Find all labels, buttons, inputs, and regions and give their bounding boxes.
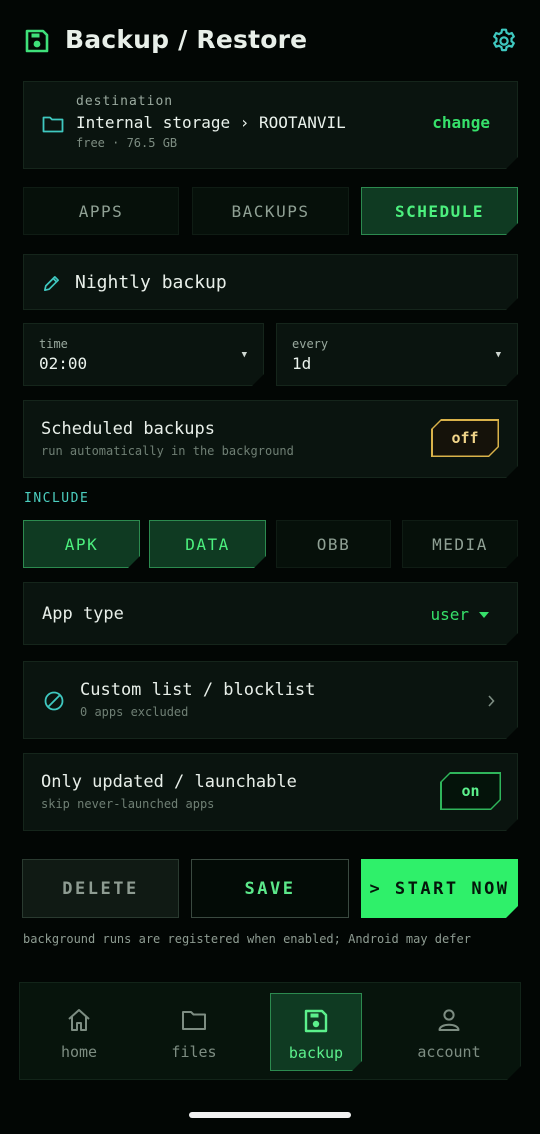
include-obb-chip[interactable]: OBB [276, 520, 391, 568]
nav-files-label: files [171, 1043, 217, 1061]
only-updated-toggle[interactable]: on [440, 772, 501, 810]
time-select[interactable]: time 02:00 ▼ [23, 323, 264, 386]
chevron-right-icon [487, 695, 495, 707]
scheduled-backups-subtitle: run automatically in the background [41, 444, 294, 458]
caret-down-icon [478, 611, 490, 619]
floppy-disk-icon [302, 1007, 330, 1035]
custom-list-row[interactable]: Custom list / blocklist 0 apps excluded [23, 661, 518, 739]
custom-list-title: Custom list / blocklist [80, 680, 316, 700]
person-icon [435, 1006, 463, 1034]
include-apk-chip[interactable]: APK [23, 520, 140, 568]
page-title: Backup / Restore [65, 25, 308, 54]
folder-icon [42, 115, 64, 133]
time-label: time [39, 337, 68, 351]
schedule-notice: background runs are registered when enab… [23, 933, 517, 946]
every-label: every [292, 337, 329, 351]
every-value: 1d [292, 354, 312, 373]
nav-home[interactable]: home [33, 993, 125, 1071]
block-icon [43, 690, 65, 712]
only-updated-subtitle: skip never-launched apps [41, 797, 215, 811]
caret-down-icon: ▼ [241, 350, 247, 360]
nav-files[interactable]: files [148, 993, 240, 1071]
delete-button[interactable]: DELETE [22, 859, 179, 918]
only-updated-row: Only updated / launchable skip never-lau… [23, 753, 518, 831]
nav-backup[interactable]: backup [270, 993, 362, 1071]
home-icon [65, 1006, 93, 1034]
destination-free-space: free · 76.5 GB [76, 136, 178, 150]
destination-label: destination [76, 94, 174, 109]
only-updated-title: Only updated / launchable [41, 772, 297, 792]
schedule-notice-text: background runs are registered when enab… [23, 933, 471, 946]
toggle-state: on [442, 774, 500, 809]
include-media-chip[interactable]: MEDIA [402, 520, 518, 568]
scheduled-backups-toggle[interactable]: off [431, 419, 499, 457]
app-type-title: App type [42, 604, 124, 624]
toggle-state: off [433, 421, 498, 456]
save-button[interactable]: SAVE [191, 859, 349, 918]
folder-icon [180, 1006, 208, 1034]
floppy-disk-icon [25, 29, 49, 53]
destination-card: destination Internal storage › ROOTANVIL… [23, 81, 518, 169]
schedule-name-field[interactable]: Nightly backup [23, 254, 518, 310]
gear-icon[interactable] [490, 27, 518, 55]
bottom-nav: home files backup account [19, 982, 521, 1080]
scheduled-backups-title: Scheduled backups [41, 419, 215, 439]
home-indicator [189, 1112, 351, 1118]
app-type-row[interactable]: App type user [23, 582, 518, 645]
pencil-icon [42, 274, 61, 293]
nav-home-label: home [60, 1043, 98, 1061]
every-select[interactable]: every 1d ▼ [276, 323, 518, 386]
tab-backups[interactable]: BACKUPS [192, 187, 349, 235]
caret-down-icon: ▼ [495, 350, 501, 360]
schedule-name: Nightly backup [75, 272, 227, 293]
nav-account[interactable]: account [403, 993, 495, 1071]
include-data-chip[interactable]: DATA [149, 520, 266, 568]
scheduled-backups-row: Scheduled backups run automatically in t… [23, 400, 518, 478]
app-type-value: user [430, 605, 469, 624]
time-value: 02:00 [39, 354, 88, 373]
tab-apps[interactable]: APPS [23, 187, 179, 235]
change-destination-button[interactable]: change [432, 113, 490, 132]
start-now-button[interactable]: > START NOW [361, 859, 518, 918]
nav-backup-label: backup [288, 1044, 344, 1062]
include-section-label: INCLUDE [24, 491, 90, 506]
destination-path: Internal storage › ROOTANVIL [76, 113, 346, 132]
tab-schedule[interactable]: SCHEDULE [361, 187, 518, 235]
custom-list-subtitle: 0 apps excluded [80, 705, 189, 719]
app-header: Backup / Restore [24, 25, 518, 56]
nav-account-label: account [417, 1043, 481, 1061]
